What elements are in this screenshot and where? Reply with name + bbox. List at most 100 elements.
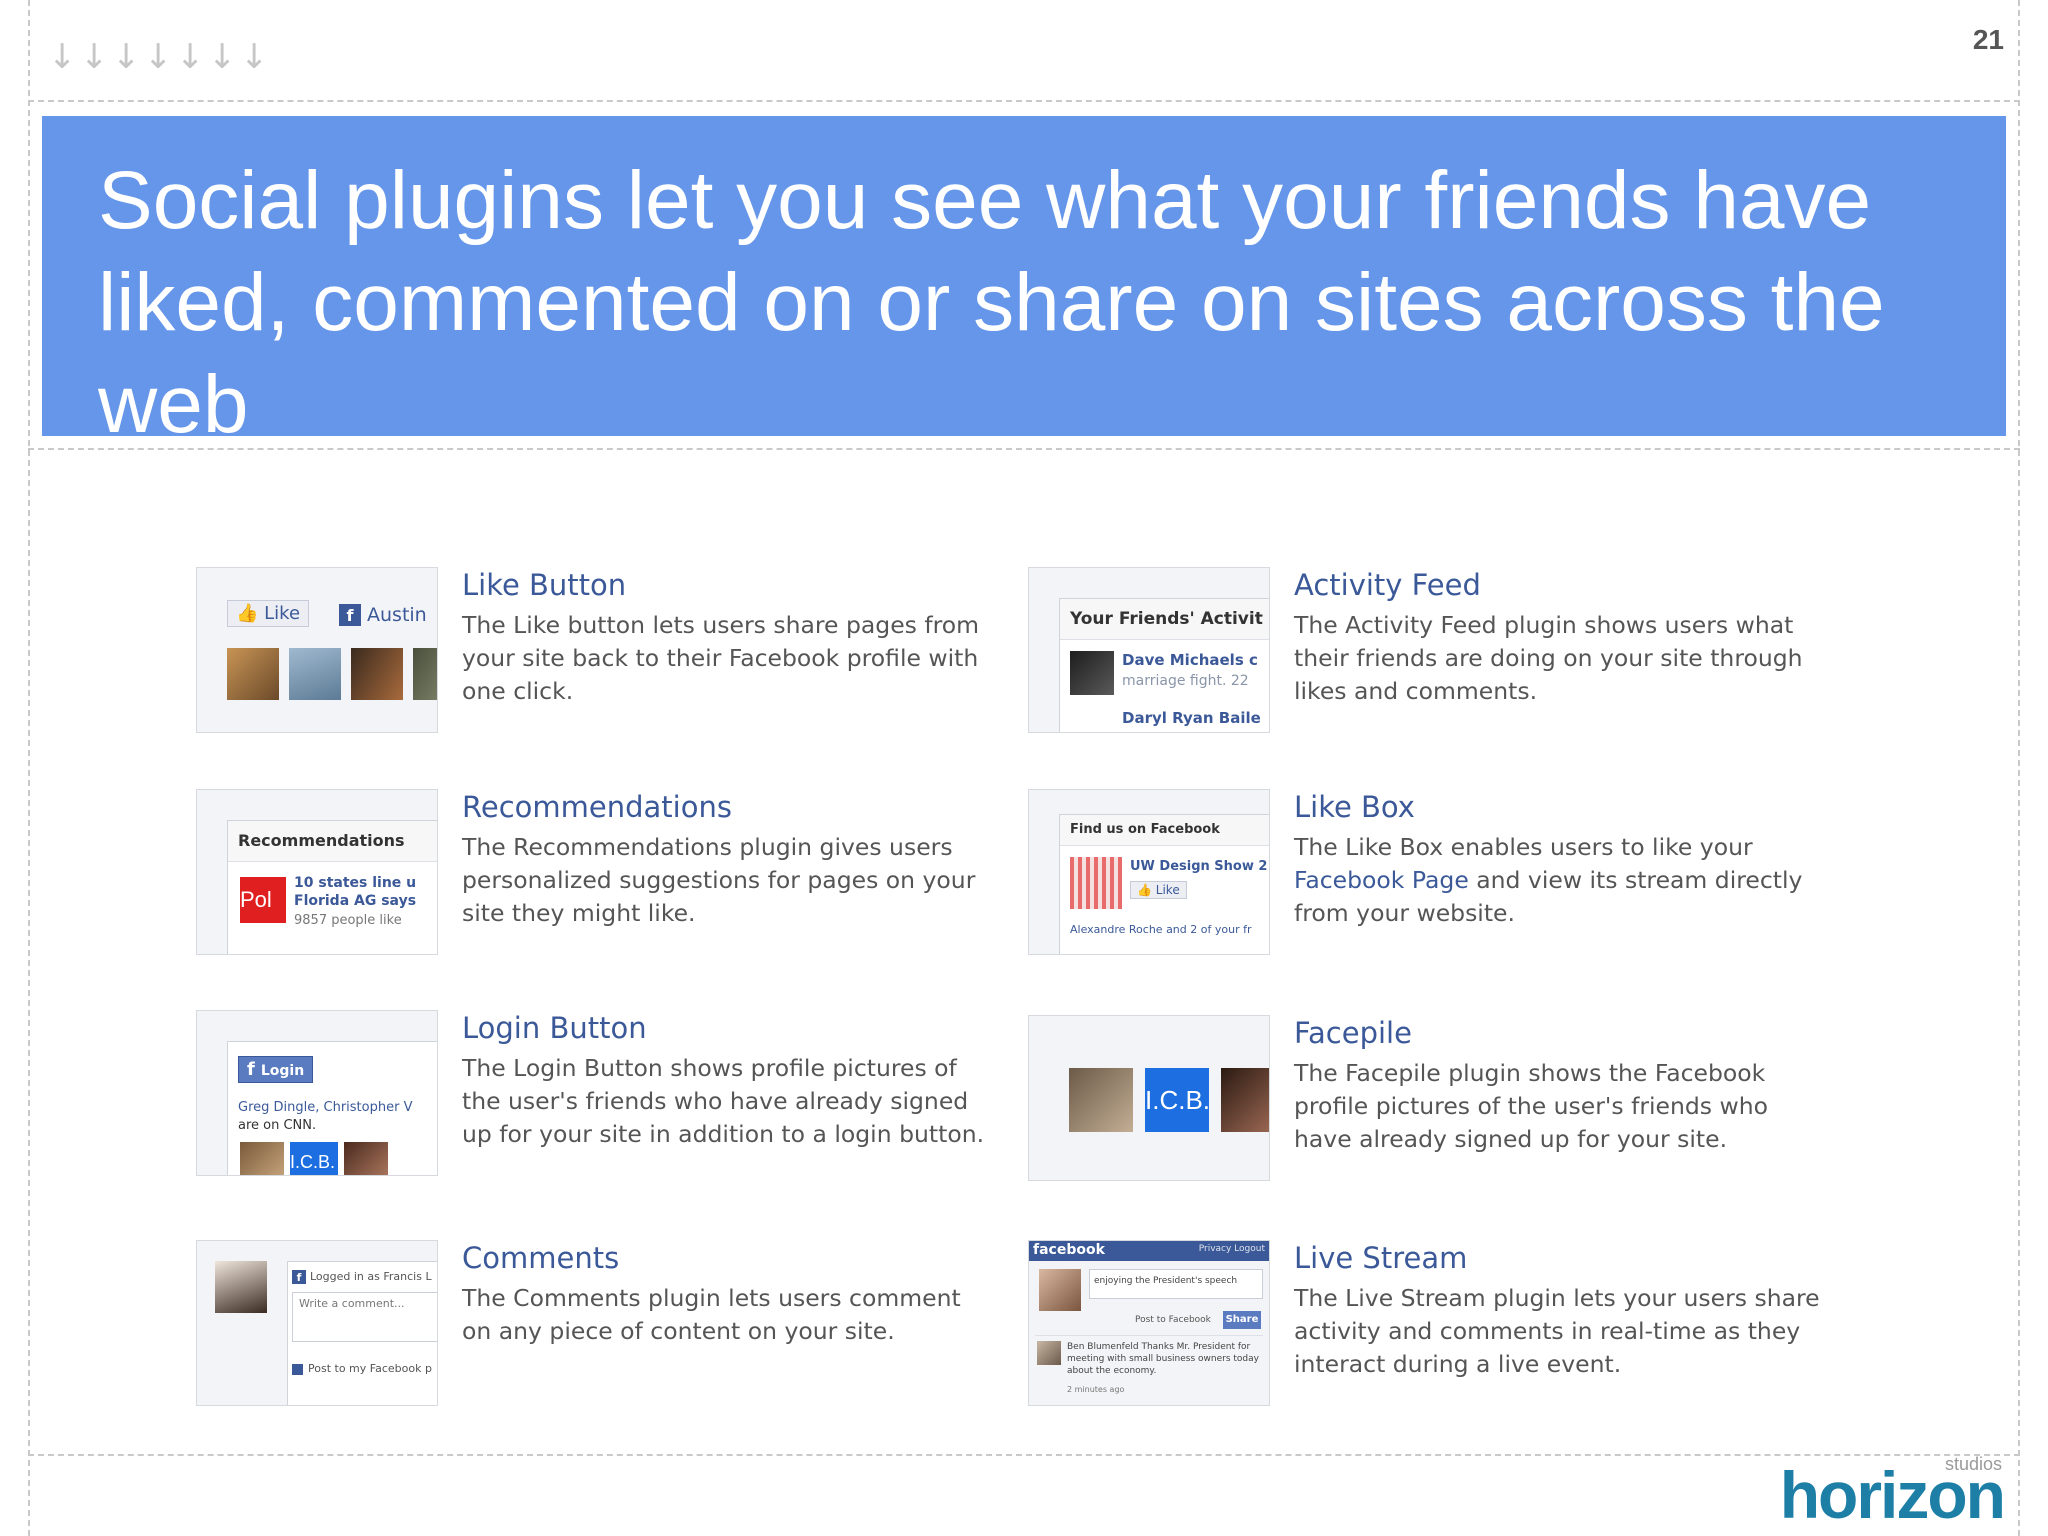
login-button-sample: f Login: [238, 1056, 314, 1083]
plugin-like-button: 👍 Like f Austin Like Button The Like but…: [196, 565, 996, 745]
comment-input: Write a comment...: [292, 1292, 437, 1342]
plugin-description: The Activity Feed plugin shows users wha…: [1294, 611, 1803, 705]
logo-wordmark: horizon: [1779, 1458, 2006, 1532]
post-to-facebook-label: Post to my Facebook p: [308, 1362, 432, 1375]
friend-photo: [227, 648, 279, 700]
user-photo: [215, 1261, 267, 1313]
login-card: f Login Greg Dingle, Christopher V are on…: [227, 1041, 437, 1175]
login-friends-line: are on CNN.: [238, 1118, 317, 1133]
friend-photo: [413, 648, 437, 700]
plugin-live-stream: facebook Privacy Logout enjoying the Pre…: [1028, 1238, 1828, 1418]
horizon-studios-logo: studios horizon: [1780, 1454, 2006, 1528]
plugin-description: The Live Stream plugin lets your users s…: [1294, 1284, 1820, 1378]
like-button-sample: 👍 Like: [1130, 881, 1187, 899]
recommendation-line: Florida AG says: [294, 893, 417, 909]
facebook-brand: facebook: [1033, 1242, 1105, 1258]
logged-in-line: Logged in as Francis L: [310, 1270, 432, 1283]
activity-line: marriage fight. 22: [1122, 673, 1249, 689]
down-arrow-icon: ↓: [80, 37, 109, 77]
frame-left-border: [28, 0, 30, 1536]
title-banner: Social plugins let you see what your fri…: [42, 116, 2006, 450]
like-box-card: Find us on Facebook UW Design Show 2 👍 L…: [1059, 814, 1269, 954]
login-button-thumbnail: f Login Greg Dingle, Christopher V are on…: [196, 1010, 438, 1176]
activity-feed-card: Your Friends' Activit Dave Michaels c ma…: [1059, 598, 1269, 732]
share-button: Share: [1223, 1311, 1261, 1329]
plugin-description: The Recommendations plugin gives users p…: [462, 833, 976, 927]
plugin-title: Activity Feed: [1294, 568, 1481, 602]
down-arrow-icon: ↓: [240, 37, 269, 77]
plugin-grid: 👍 Like f Austin Like Button The Like but…: [196, 565, 1836, 1410]
recommendations-header: Recommendations: [238, 831, 405, 850]
like-button-thumbnail: 👍 Like f Austin: [196, 567, 438, 733]
recommendations-thumbnail: Recommendations Pol 10 states line u Flo…: [196, 789, 438, 955]
live-stream-topbar: facebook Privacy Logout: [1029, 1241, 1269, 1261]
plugin-description: The Like Box enables users to like your …: [1294, 833, 1803, 927]
friend-badge: I.C.B.: [1145, 1068, 1209, 1132]
down-arrow-icon: ↓: [48, 37, 77, 77]
status-text: enjoying the President's speech: [1094, 1276, 1238, 1286]
stream-timestamp: 2 minutes ago: [1067, 1385, 1125, 1394]
like-box-header: Find us on Facebook: [1070, 822, 1220, 837]
activity-line: Dave Michaels c: [1122, 651, 1258, 669]
status-input: enjoying the President's speech: [1089, 1269, 1263, 1299]
commenter-photo: [1037, 1341, 1061, 1365]
facebook-page-link[interactable]: Facebook Page: [1294, 866, 1469, 894]
plugin-title: Login Button: [462, 1011, 647, 1045]
thumbs-up-icon: 👍: [1137, 883, 1152, 897]
thumbs-up-icon: 👍: [236, 603, 259, 624]
recommendation-meta: 9857 people like: [294, 913, 402, 928]
frame-divider-bottom: [28, 1454, 2020, 1456]
recommendations-card: Recommendations Pol 10 states line u Flo…: [227, 820, 437, 954]
down-arrow-icon: ↓: [176, 37, 205, 77]
activity-feed-header: Your Friends' Activit: [1070, 609, 1263, 629]
topbar-nav: Privacy Logout: [1198, 1244, 1265, 1254]
facepile-thumbnail: I.C.B.: [1028, 1015, 1270, 1181]
friend-name: Austin: [367, 604, 427, 626]
post-to-facebook-label: Post to Facebook: [1135, 1315, 1211, 1325]
friend-badge: I.C.B.: [290, 1142, 338, 1175]
comments-card: f Logged in as Francis L Write a comment…: [287, 1261, 437, 1405]
friend-photo: [344, 1142, 388, 1175]
user-photo: [1039, 1269, 1081, 1311]
plugin-facepile: I.C.B. Facepile The Facepile plugin show…: [1028, 1013, 1828, 1193]
like-button-sample: 👍 Like: [227, 600, 310, 627]
politico-icon: Pol: [240, 877, 286, 923]
plugin-title: Facepile: [1294, 1016, 1412, 1050]
friend-photo: [351, 648, 403, 700]
friend-photo: [289, 648, 341, 700]
slide-title: Social plugins let you see what your fri…: [98, 155, 1885, 450]
plugin-title: Recommendations: [462, 790, 732, 824]
plugin-like-box: Find us on Facebook UW Design Show 2 👍 L…: [1028, 787, 1828, 967]
activity-line: Daryl Ryan Baile: [1122, 709, 1261, 727]
friend-photo: [1221, 1068, 1269, 1132]
activity-feed-thumbnail: Your Friends' Activit Dave Michaels c ma…: [1028, 567, 1270, 733]
plugin-activity-feed: Your Friends' Activit Dave Michaels c ma…: [1028, 565, 1828, 745]
friend-photo: [1070, 651, 1114, 695]
comments-thumbnail: f Logged in as Francis L Write a comment…: [196, 1240, 438, 1406]
recommendation-line: 10 states line u: [294, 875, 417, 891]
frame-right-border: [2018, 0, 2020, 1536]
plugin-recommendations: Recommendations Pol 10 states line u Flo…: [196, 787, 996, 967]
down-arrow-icon: ↓: [112, 37, 141, 77]
plugin-title: Comments: [462, 1241, 620, 1275]
plugin-title: Live Stream: [1294, 1241, 1468, 1275]
plugin-description: The Comments plugin lets users comment o…: [462, 1284, 961, 1345]
down-arrow-icon: ↓: [144, 37, 173, 77]
plugin-description: The Login Button shows profile pictures …: [462, 1054, 985, 1148]
plugin-login-button: f Login Greg Dingle, Christopher V are on…: [196, 1008, 996, 1188]
comment-placeholder: Write a comment...: [299, 1297, 405, 1310]
slide-nav-arrows: ↓ ↓ ↓ ↓ ↓ ↓ ↓: [48, 37, 269, 77]
facebook-f-icon: f: [247, 1059, 255, 1080]
checkbox-icon: [292, 1364, 303, 1375]
login-friends-line: Greg Dingle, Christopher V: [238, 1100, 413, 1115]
friend-photo: [1069, 1068, 1133, 1132]
friend-photo: [240, 1142, 284, 1175]
slide-number: 21: [1972, 24, 2004, 55]
plugin-description: The Facepile plugin shows the Facebook p…: [1294, 1059, 1769, 1153]
frame-divider-top: [28, 100, 2020, 102]
page-logo-icon: [1070, 857, 1122, 909]
like-box-footer: Alexandre Roche and 2 of your fr: [1070, 923, 1252, 936]
facebook-f-icon: f: [339, 604, 361, 626]
plugin-comments: f Logged in as Francis L Write a comment…: [196, 1238, 996, 1418]
like-box-thumbnail: Find us on Facebook UW Design Show 2 👍 L…: [1028, 789, 1270, 955]
